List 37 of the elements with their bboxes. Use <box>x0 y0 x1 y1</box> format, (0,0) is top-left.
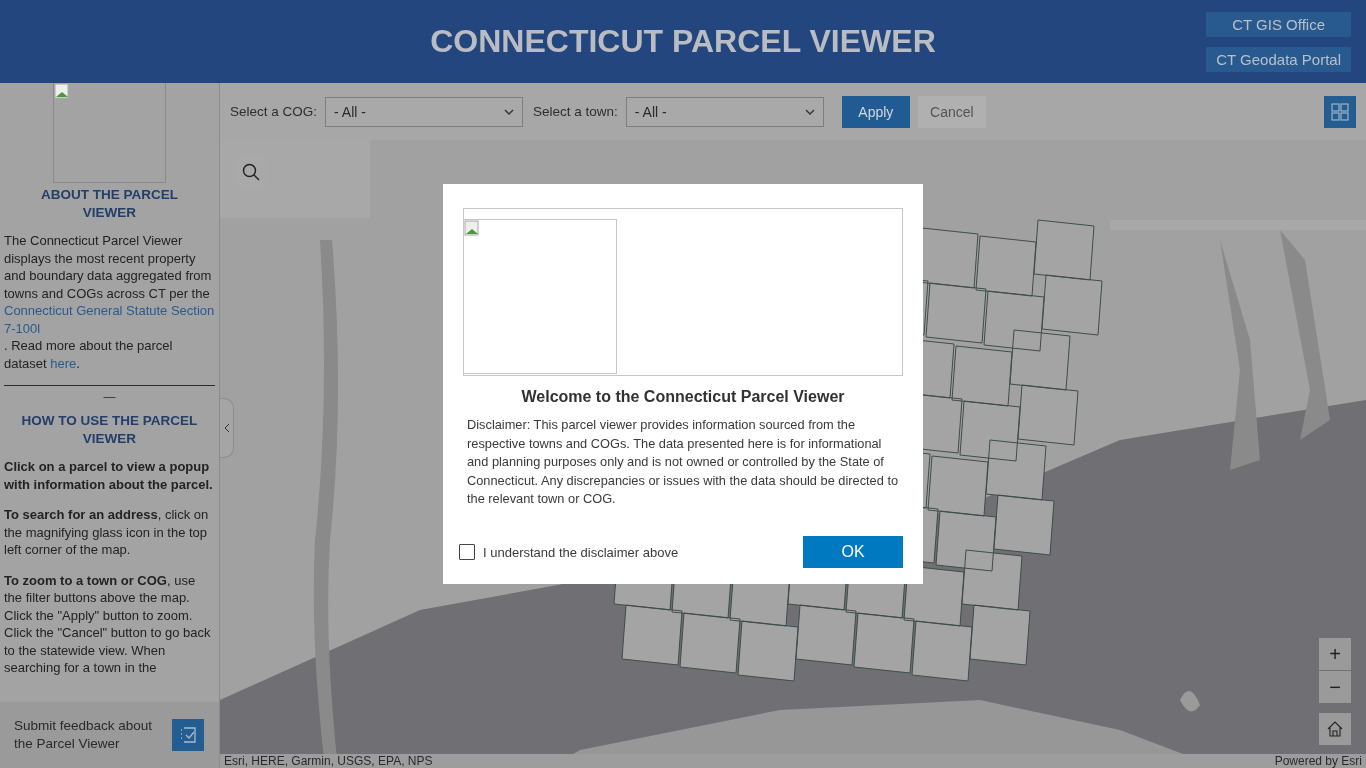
dialog-title: Welcome to the Connecticut Parcel Viewer <box>520 388 846 406</box>
checkbox-label: I understand the disclaimer above <box>483 544 679 560</box>
paragraph: To search for an address, click on the magnifying glass icon in the top left corner of the map. <box>4 506 210 559</box>
zoom-in-button[interactable]: + <box>1319 638 1351 670</box>
header-link-button[interactable]: CT Geodata Portal <box>1206 47 1351 72</box>
app-title: CONNECTICUT PARCEL VIEWER <box>430 23 936 60</box>
chevron-down-icon <box>804 108 815 115</box>
disclaimer-text: Disclaimer: This parcel viewer provides information sourced from the respective towns and COGs. The data presented here is for informational and planning purposes only and is not owned or controlled by the State of Connecticut. Any discrepancies or issues with the data should be directed to the relevant town or COG. <box>467 416 899 508</box>
grid-button[interactable] <box>1324 95 1356 128</box>
dash-text: — <box>102 390 117 404</box>
filter-label: Select a COG: <box>230 104 318 119</box>
attribution-text: Esri, HERE, Garmin, USGS, EPA, NPS <box>224 754 433 768</box>
chevron-down-icon <box>504 108 515 115</box>
home-button[interactable] <box>1319 713 1351 745</box>
checklist-icon <box>179 726 197 744</box>
home-icon <box>1327 721 1343 737</box>
feedback-button[interactable] <box>172 719 204 751</box>
broken-image-icon <box>464 220 480 236</box>
section-heading: HOW TO USE THE PARCEL VIEWER <box>20 412 199 448</box>
header-link-button[interactable]: CT GIS Office <box>1206 12 1351 37</box>
apply-button[interactable]: Apply <box>841 95 910 128</box>
search-icon <box>242 163 260 181</box>
dropdown-select[interactable]: - All - <box>325 96 524 127</box>
dropdown-select[interactable]: - All - <box>625 96 824 127</box>
chevron-left-icon <box>223 423 230 433</box>
feedback-text: Submit feedback about the Parcel Viewer <box>14 717 154 753</box>
paragraph: To zoom to a town or COG, use the filter buttons above the map. Click the "Apply" button to zoom. Click the "Cancel" button to go back to the statewide view. When searching for a town in the <box>4 571 212 677</box>
text-link[interactable]: Connecticut General Statute Section 7-100l <box>4 302 215 337</box>
paragraph: Click on a parcel to view a popup with information about the parcel. <box>4 458 214 493</box>
ok-button[interactable]: OK <box>803 536 903 568</box>
section-heading: ABOUT THE PARCEL VIEWER <box>40 186 179 222</box>
powered-by-text: Powered by Esri <box>1274 754 1362 768</box>
checkbox[interactable] <box>459 544 475 560</box>
filter-label: Select a town: <box>533 104 618 119</box>
zoom-out-button[interactable]: − <box>1319 671 1351 703</box>
grid-icon <box>1331 102 1349 121</box>
paragraph: The Connecticut Parcel Viewer displays the most recent property and boundary data aggregated from towns and COGs across CT per the Connecticut General Statute Section 7-100l . Read more about the parcel dataset here. <box>4 232 215 372</box>
